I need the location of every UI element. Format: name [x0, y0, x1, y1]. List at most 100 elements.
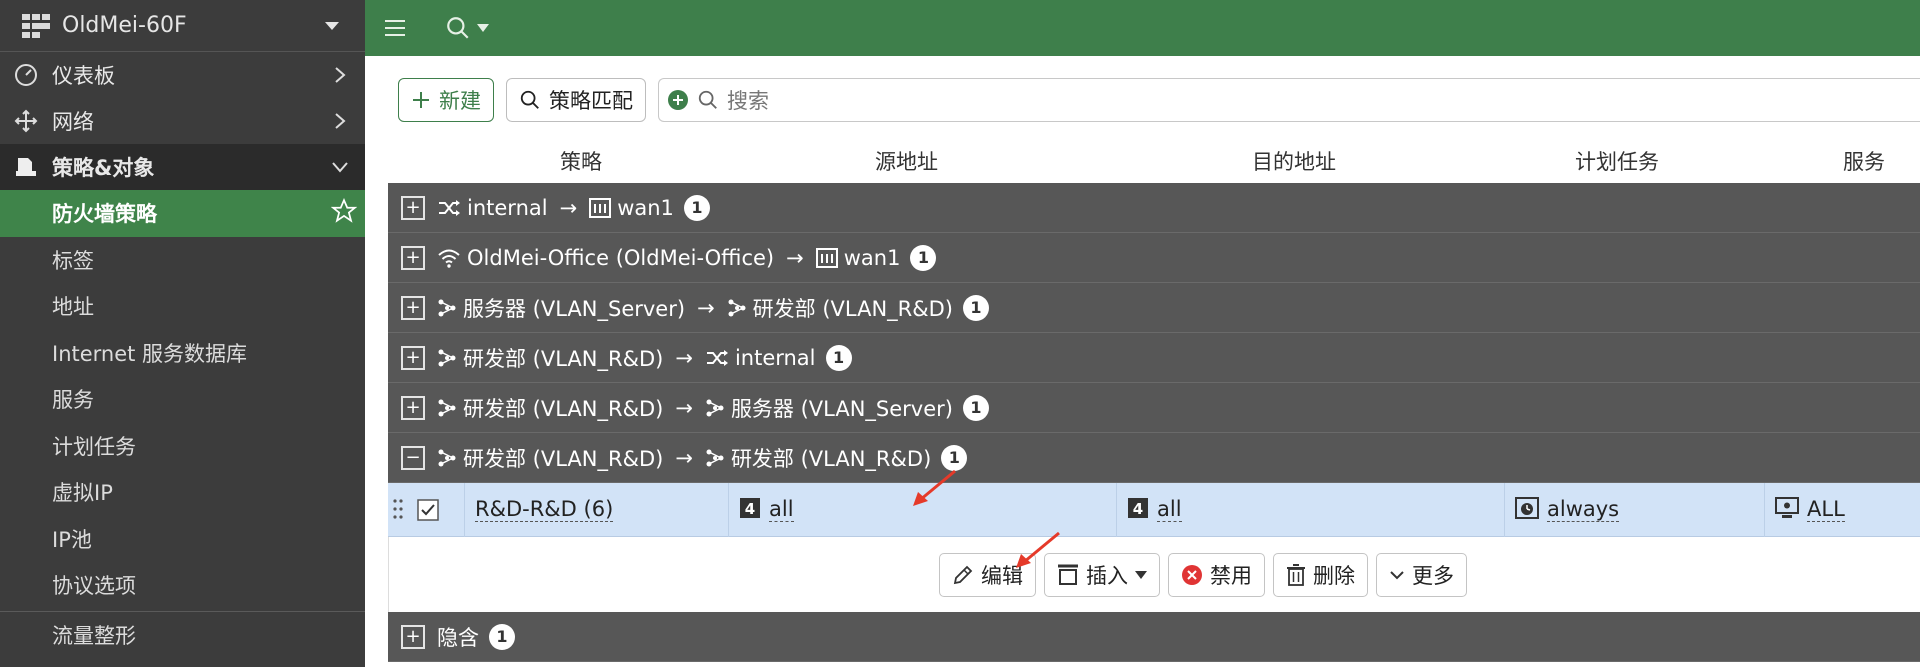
schedule-clock-icon	[1515, 496, 1539, 524]
expand-plus-icon[interactable]: +	[401, 345, 425, 370]
insert-button[interactable]: 插入	[1044, 552, 1160, 597]
chevron-down-icon[interactable]	[325, 21, 339, 30]
expand-plus-icon[interactable]: +	[401, 624, 425, 649]
expand-plus-icon[interactable]: +	[401, 295, 425, 320]
dashboard-icon	[12, 61, 40, 89]
policy-group-row[interactable]: + 研发部 (VLAN_R&D) → internal 1	[388, 333, 1920, 383]
device-selector[interactable]: OldMei-60F	[0, 0, 365, 52]
more-label: 更多	[1412, 563, 1454, 588]
sidebar-subitem-label: 流量整形	[52, 623, 136, 648]
interface-shuffle-icon	[705, 348, 729, 368]
group-destination: wan1	[617, 195, 674, 220]
sidebar-subitem-traffic-shaping[interactable]: 流量整形	[0, 612, 365, 659]
search-icon	[698, 90, 717, 109]
address-all-icon: 4	[1127, 497, 1149, 524]
sidebar-subitem-virtual-ip[interactable]: 虚拟IP	[0, 469, 365, 516]
expand-plus-icon[interactable]: +	[401, 245, 425, 270]
wifi-icon	[437, 248, 461, 268]
toolbar: 新建 策略匹配 搜索	[398, 77, 1920, 123]
create-new-button[interactable]: 新建	[398, 78, 494, 122]
schedule-value[interactable]: always	[1547, 497, 1620, 523]
sidebar-subitem-protocol-options[interactable]: 协议选项	[0, 562, 365, 609]
source-value[interactable]: all	[769, 497, 794, 523]
disable-button[interactable]: 禁用	[1168, 552, 1265, 597]
collapse-minus-icon[interactable]: −	[401, 445, 425, 470]
destination-value[interactable]: all	[1157, 497, 1182, 523]
sidebar-subitem-tags[interactable]: 标签	[0, 237, 365, 284]
hamburger-menu-icon[interactable]	[385, 20, 415, 36]
cell-destination[interactable]: 4 all	[1116, 483, 1504, 537]
caret-down-icon	[477, 24, 489, 32]
sidebar-subitem-firewall-policy[interactable]: 防火墙策略	[0, 190, 365, 237]
sidebar-subitem-schedules[interactable]: 计划任务	[0, 423, 365, 470]
star-icon[interactable]	[330, 197, 358, 229]
svg-text:4: 4	[745, 500, 755, 518]
arrow-symbol: →	[786, 245, 804, 270]
vlan-icon	[705, 448, 725, 468]
sidebar-subitem-internet-service-db[interactable]: Internet 服务数据库	[0, 330, 365, 377]
cell-source[interactable]: 4 all	[728, 483, 1116, 537]
sidebar-subitem-label: 标签	[52, 248, 94, 273]
column-header-schedule[interactable]: 计划任务	[1575, 146, 1659, 176]
policy-group-row[interactable]: + 研发部 (VLAN_R&D) → 服务器 (VLAN_Server) 1	[388, 383, 1920, 433]
delete-label: 删除	[1313, 563, 1355, 588]
wan-port-icon	[589, 197, 612, 218]
table-header: 策略 源地址 目的地址 计划任务 服务	[388, 138, 1920, 184]
group-source: 研发部 (VLAN_R&D)	[463, 396, 664, 421]
policy-row-selected[interactable]: R&D-R&D (6) 4 all 4 all always ALL	[388, 483, 1920, 537]
sidebar-subitem-services[interactable]: 服务	[0, 376, 365, 423]
chevron-down-icon	[325, 152, 355, 182]
count-badge: 1	[683, 194, 710, 221]
column-header-destination[interactable]: 目的地址	[1252, 146, 1336, 176]
sidebar: OldMei-60F 仪表板 网络 策略&对象 防火墙策略 标签 地址 Inte…	[0, 0, 365, 667]
group-destination: wan1	[843, 245, 901, 270]
drag-handle-icon[interactable]	[392, 497, 404, 526]
row-checkbox[interactable]	[417, 499, 439, 526]
cell-policy-name[interactable]: R&D-R&D (6)	[464, 483, 728, 537]
vlan-icon	[437, 348, 457, 368]
caret-down-icon	[1135, 570, 1147, 579]
expand-plus-icon[interactable]: +	[401, 195, 425, 220]
sidebar-subitem-label: Internet 服务数据库	[52, 341, 248, 366]
sidebar-subitem-addresses[interactable]: 地址	[0, 283, 365, 330]
chevron-right-icon	[325, 60, 355, 90]
global-search-button[interactable]	[445, 15, 489, 41]
column-header-service[interactable]: 服务	[1843, 146, 1885, 176]
service-value[interactable]: ALL	[1807, 497, 1845, 523]
pencil-icon	[953, 565, 973, 584]
group-source: 研发部 (VLAN_R&D)	[463, 446, 664, 471]
disable-x-icon	[1182, 564, 1202, 585]
policy-name[interactable]: R&D-R&D (6)	[475, 497, 614, 523]
search-input[interactable]: 搜索	[658, 78, 1920, 122]
implicit-policy-group-row[interactable]: + 隐含 1	[388, 612, 1920, 662]
sidebar-item-policy-objects[interactable]: 策略&对象	[0, 144, 365, 190]
policy-group-row[interactable]: + OldMei-Office (OldMei-Office) → wan1 1	[388, 233, 1920, 283]
group-source: 服务器 (VLAN_Server)	[463, 296, 686, 321]
edit-button[interactable]: 编辑	[939, 552, 1036, 597]
arrow-symbol: →	[697, 295, 715, 320]
row-action-bar: 编辑 插入 禁用 删除 更多	[388, 537, 1920, 612]
cell-service[interactable]: ALL	[1764, 483, 1920, 537]
count-badge: 1	[941, 444, 968, 471]
sidebar-item-dashboard[interactable]: 仪表板	[0, 52, 365, 98]
delete-button[interactable]: 删除	[1273, 552, 1368, 597]
sidebar-item-network[interactable]: 网络	[0, 98, 365, 144]
cell-schedule[interactable]: always	[1504, 483, 1752, 537]
column-header-source[interactable]: 源地址	[875, 146, 938, 176]
more-button[interactable]: 更多	[1376, 552, 1467, 597]
policy-group-row-expanded[interactable]: − 研发部 (VLAN_R&D) → 研发部 (VLAN_R&D) 1	[388, 433, 1920, 483]
add-filter-icon[interactable]	[667, 89, 689, 111]
insert-label: 插入	[1086, 563, 1128, 588]
policy-match-button[interactable]: 策略匹配	[506, 78, 646, 122]
expand-plus-icon[interactable]: +	[401, 395, 425, 420]
column-header-policy[interactable]: 策略	[560, 146, 602, 176]
policy-group-row[interactable]: + 服务器 (VLAN_Server) → 研发部 (VLAN_R&D) 1	[388, 283, 1920, 333]
sidebar-subitem-label: 防火墙策略	[52, 202, 157, 227]
search-placeholder: 搜索	[727, 89, 769, 113]
sidebar-subitem-ip-pools[interactable]: IP池	[0, 516, 365, 563]
network-move-icon	[12, 107, 40, 135]
interface-shuffle-icon	[437, 198, 461, 218]
group-source: 研发部 (VLAN_R&D)	[463, 346, 664, 371]
policy-group-row[interactable]: + internal → wan1 1	[388, 183, 1920, 233]
top-bar	[365, 0, 1920, 56]
